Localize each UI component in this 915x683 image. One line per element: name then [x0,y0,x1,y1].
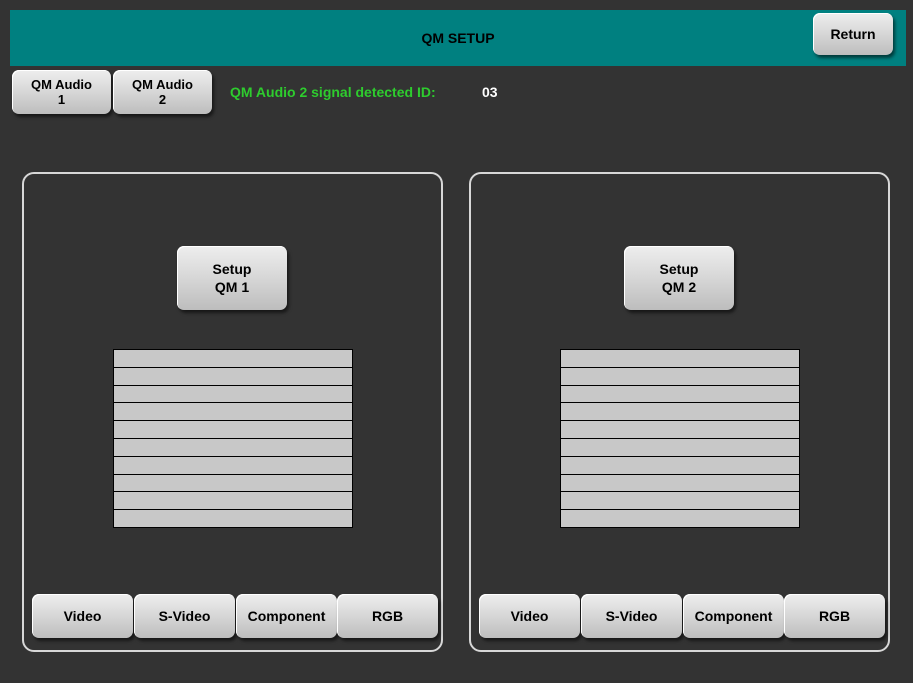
signal-detected-label: QM Audio 2 signal detected ID: [230,84,436,100]
qm-2-rgb-button[interactable]: RGB [784,594,885,638]
qm-1-list[interactable] [113,349,353,528]
qm-2-component-button[interactable]: Component [683,594,784,638]
qm-2-s-video-button[interactable]: S-Video [581,594,682,638]
list-item[interactable] [561,350,799,367]
list-item[interactable] [114,403,352,421]
qm-2-panel: Setup QM 2 Video S-Video Component RGB [469,172,890,652]
list-item[interactable] [561,438,799,456]
qm-1-panel: Setup QM 1 Video S-Video Component RGB [22,172,443,652]
signal-detected-id: 03 [482,84,498,100]
return-button[interactable]: Return [813,13,893,55]
list-item[interactable] [114,492,352,510]
list-item[interactable] [561,403,799,421]
list-item[interactable] [114,456,352,474]
qm-audio-2-button[interactable]: QM Audio 2 [113,70,212,114]
list-item[interactable] [561,456,799,474]
list-item[interactable] [114,438,352,456]
qm-setup-screen: QM SETUP Return QM Audio 1 QM Audio 2 QM… [0,0,915,683]
qm-1-s-video-button[interactable]: S-Video [134,594,235,638]
qm-2-video-button[interactable]: Video [479,594,580,638]
header-bar: QM SETUP [10,10,906,66]
setup-qm-1-button[interactable]: Setup QM 1 [177,246,287,310]
list-item[interactable] [561,367,799,385]
list-item[interactable] [561,474,799,492]
qm-2-list[interactable] [560,349,800,528]
list-item[interactable] [561,510,799,527]
list-item[interactable] [561,385,799,403]
list-item[interactable] [114,421,352,438]
list-item[interactable] [114,474,352,492]
page-title: QM SETUP [421,30,495,46]
list-item[interactable] [114,367,352,385]
qm-1-rgb-button[interactable]: RGB [337,594,438,638]
qm-audio-1-button[interactable]: QM Audio 1 [12,70,111,114]
qm-1-component-button[interactable]: Component [236,594,337,638]
list-item[interactable] [561,492,799,510]
list-item[interactable] [114,510,352,527]
setup-qm-2-button[interactable]: Setup QM 2 [624,246,734,310]
list-item[interactable] [114,350,352,367]
list-item[interactable] [114,385,352,403]
list-item[interactable] [561,421,799,438]
qm-1-video-button[interactable]: Video [32,594,133,638]
